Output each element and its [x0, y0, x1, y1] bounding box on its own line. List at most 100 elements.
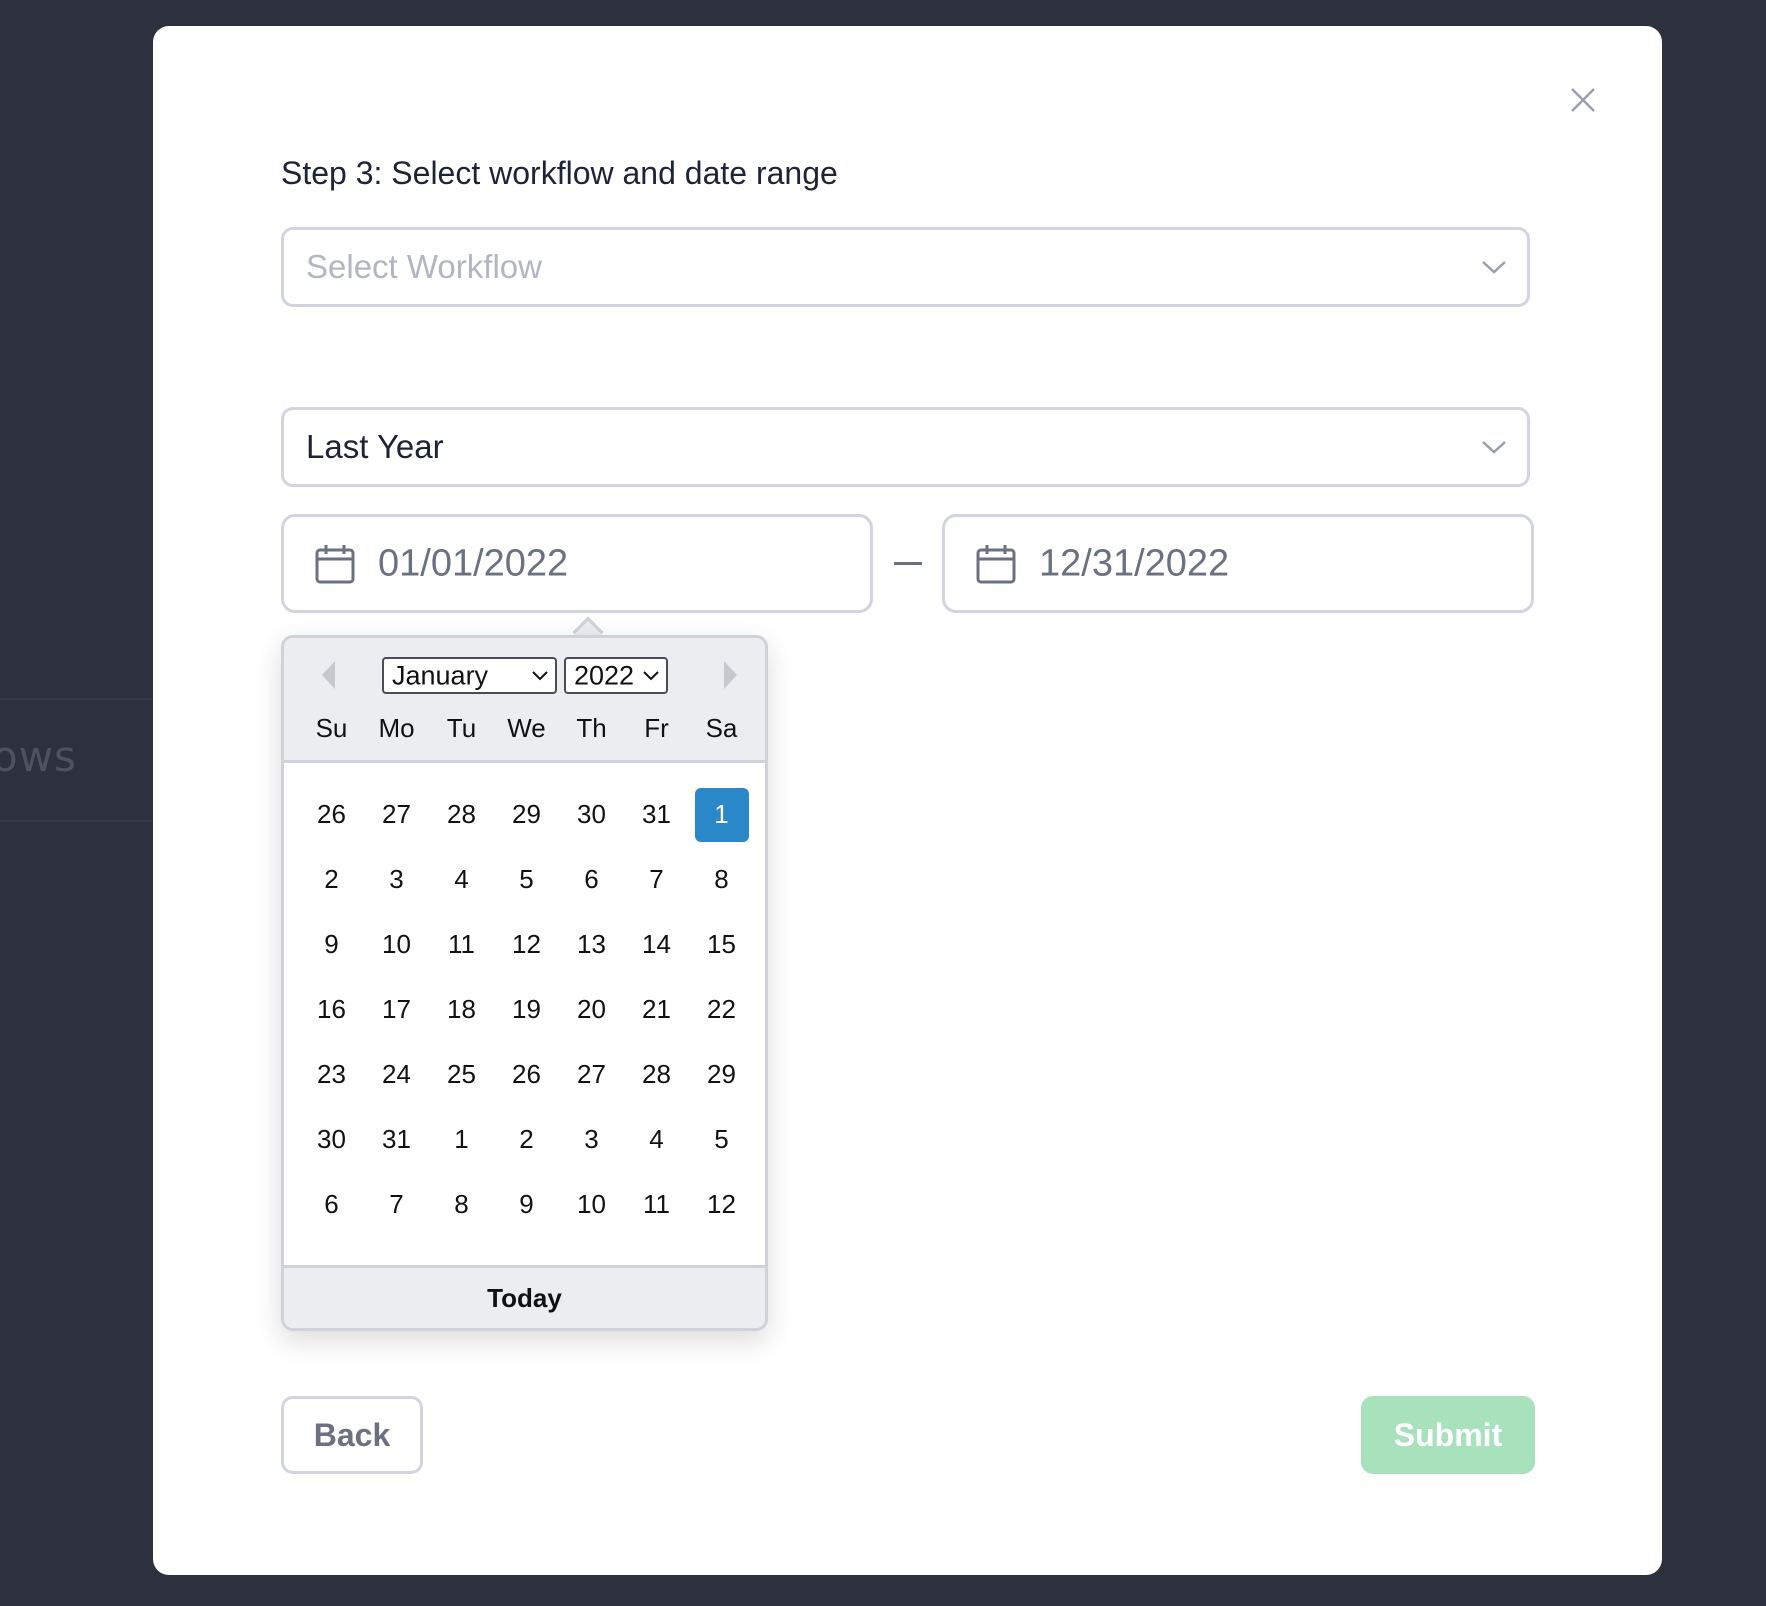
caret-left-icon [322, 661, 335, 689]
previous-month-button[interactable] [314, 658, 348, 692]
calendar-day[interactable]: 25 [429, 1042, 494, 1107]
close-icon [1571, 88, 1595, 112]
calendar-day[interactable]: 27 [364, 782, 429, 847]
year-select[interactable]: 2022 [564, 657, 668, 694]
calendar-day[interactable]: 12 [494, 912, 559, 977]
date-range-separator [894, 562, 922, 565]
calendar-day[interactable]: 29 [494, 782, 559, 847]
modal-dialog: Step 3: Select workflow and date range S… [153, 26, 1662, 1575]
calendar-day[interactable]: 22 [689, 977, 754, 1042]
calendar-day[interactable]: 23 [299, 1042, 364, 1107]
calendar-day-number: 21 [642, 994, 671, 1024]
calendar-day[interactable]: 9 [299, 912, 364, 977]
workflow-select[interactable]: Select Workflow [281, 227, 1530, 307]
calendar-day[interactable]: 28 [429, 782, 494, 847]
calendar-day[interactable]: 3 [364, 847, 429, 912]
calendar-day-number: 5 [519, 864, 534, 894]
calendar-icon [315, 544, 355, 583]
calendar-day-number: 4 [649, 1124, 664, 1154]
calendar-day[interactable]: 9 [494, 1172, 559, 1237]
calendar-day[interactable]: 31 [364, 1107, 429, 1172]
calendar-day[interactable]: 26 [494, 1042, 559, 1107]
weekday-label: Tu [446, 713, 477, 743]
calendar-day-number: 29 [707, 1059, 736, 1089]
submit-button[interactable]: Submit [1361, 1396, 1535, 1474]
background-heading: ows [0, 732, 77, 781]
calendar-day-number: 6 [584, 864, 599, 894]
calendar-day[interactable]: 10 [364, 912, 429, 977]
weekday-label: We [507, 713, 546, 743]
date-range-select[interactable]: Last Year [281, 407, 1530, 487]
calendar-day[interactable]: 3 [559, 1107, 624, 1172]
calendar-day[interactable]: 8 [429, 1172, 494, 1237]
calendar-day[interactable]: 4 [429, 847, 494, 912]
calendar-day[interactable]: 28 [624, 1042, 689, 1107]
calendar-day-number: 10 [577, 1189, 606, 1219]
month-select[interactable]: January [382, 657, 557, 694]
calendar-day[interactable]: 19 [494, 977, 559, 1042]
workflow-select-placeholder: Select Workflow [306, 248, 542, 285]
calendar-day[interactable]: 24 [364, 1042, 429, 1107]
calendar-day[interactable]: 11 [429, 912, 494, 977]
calendar-day-number: 7 [389, 1189, 404, 1219]
calendar-day-number: 1 [694, 787, 749, 842]
end-date-input[interactable] [1039, 542, 1479, 585]
calendar-day[interactable]: 14 [624, 912, 689, 977]
calendar-day-number: 22 [707, 994, 736, 1024]
calendar-day[interactable]: 5 [689, 1107, 754, 1172]
start-date-input[interactable] [378, 542, 818, 585]
calendar-day[interactable]: 26 [299, 782, 364, 847]
calendar-day[interactable]: 15 [689, 912, 754, 977]
calendar-day-number: 4 [454, 864, 469, 894]
calendar-day[interactable]: 5 [494, 847, 559, 912]
calendar-day-number: 10 [382, 929, 411, 959]
weekday-label: Fr [644, 713, 669, 743]
calendar-day[interactable]: 6 [559, 847, 624, 912]
calendar-day[interactable]: 31 [624, 782, 689, 847]
calendar-day[interactable]: 10 [559, 1172, 624, 1237]
calendar-day-number: 11 [643, 1189, 670, 1219]
calendar-day-number: 27 [577, 1059, 606, 1089]
calendar-day-number: 2 [324, 864, 339, 894]
calendar-day[interactable]: 20 [559, 977, 624, 1042]
calendar-day[interactable]: 30 [299, 1107, 364, 1172]
back-button[interactable]: Back [281, 1396, 423, 1474]
calendar-day-number: 15 [707, 929, 736, 959]
calendar-day[interactable]: 30 [559, 782, 624, 847]
calendar-day[interactable]: 2 [299, 847, 364, 912]
close-button[interactable] [1561, 78, 1605, 122]
chevron-down-icon [643, 670, 659, 680]
calendar-day[interactable]: 7 [364, 1172, 429, 1237]
calendar-day[interactable]: 6 [299, 1172, 364, 1237]
calendar-day-number: 31 [642, 799, 671, 829]
calendar-day[interactable]: 2 [494, 1107, 559, 1172]
calendar-day[interactable]: 16 [299, 977, 364, 1042]
submit-button-label: Submit [1393, 1416, 1503, 1453]
start-date-field[interactable] [281, 514, 873, 613]
end-date-field[interactable] [942, 514, 1534, 613]
calendar-day-number: 31 [382, 1124, 411, 1154]
calendar-day[interactable]: 13 [559, 912, 624, 977]
calendar-day[interactable]: 12 [689, 1172, 754, 1237]
calendar-day[interactable]: 1 [429, 1107, 494, 1172]
calendar-day[interactable]: 7 [624, 847, 689, 912]
calendar-day[interactable]: 29 [689, 1042, 754, 1107]
chevron-down-icon [1482, 441, 1506, 454]
calendar-day-number: 27 [382, 799, 411, 829]
calendar-day[interactable]: 27 [559, 1042, 624, 1107]
calendar-day-selected[interactable]: 1 [689, 782, 754, 847]
calendar-day[interactable]: 17 [364, 977, 429, 1042]
weekday-label: Su [315, 713, 348, 743]
next-month-button[interactable] [712, 658, 746, 692]
weekday-label: Th [576, 713, 607, 743]
today-button[interactable]: Today [284, 1265, 765, 1328]
calendar-day-number: 26 [512, 1059, 541, 1089]
calendar-day[interactable]: 21 [624, 977, 689, 1042]
calendar-day-number: 29 [512, 799, 541, 829]
calendar-day[interactable]: 8 [689, 847, 754, 912]
today-label: Today [487, 1282, 562, 1313]
calendar-day[interactable]: 18 [429, 977, 494, 1042]
calendar-day[interactable]: 11 [624, 1172, 689, 1237]
calendar-day[interactable]: 4 [624, 1107, 689, 1172]
calendar-day-number: 28 [642, 1059, 671, 1089]
